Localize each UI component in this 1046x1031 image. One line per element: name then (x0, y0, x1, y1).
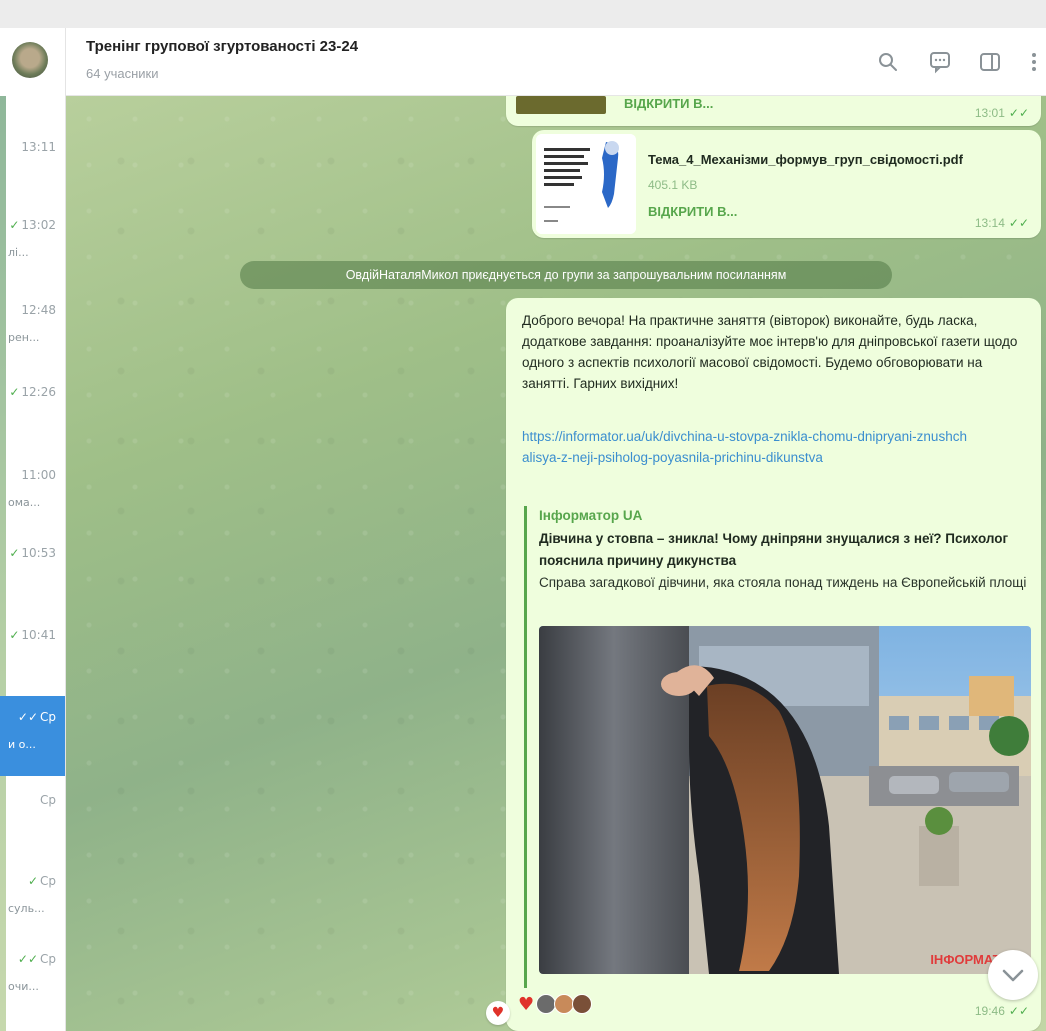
double-check-icon: ✓✓ (1008, 106, 1029, 120)
double-check-icon: ✓✓ (17, 710, 38, 724)
check-icon: ✓ (9, 546, 20, 560)
check-icon: ✓ (9, 628, 20, 642)
chat-list-time: ✓ Ср (27, 874, 56, 888)
sidebar-toggle-icon[interactable] (978, 50, 1002, 74)
chat-list-time: ✓ 10:41 (9, 628, 56, 642)
chat-list-time: Ср (40, 793, 56, 807)
message-text: Доброго вечора! На практичне заняття (ві… (522, 313, 1018, 391)
open-in-button[interactable]: ВІДКРИТИ В... (624, 96, 713, 111)
avatar[interactable] (12, 42, 48, 78)
file-name[interactable]: Тема_4_Механізми_формув_груп_свідомості.… (648, 152, 963, 167)
chat-list-preview: очи... (8, 980, 39, 993)
preview-image[interactable]: ІНФОРМАТОР (539, 626, 1031, 974)
message-area[interactable]: ВІДКРИТИ В... 13:01 ✓✓ Тема_4_Механізми_ф… (66, 96, 1046, 1031)
member-count: 64 учасники (86, 66, 159, 81)
heart-icon[interactable]: ♥ (486, 1001, 510, 1025)
file-message[interactable]: ВІДКРИТИ В... 13:01 ✓✓ (506, 96, 1041, 126)
heart-icon[interactable]: ♥ (518, 994, 534, 1015)
file-size: 405.1 KB (648, 178, 698, 192)
avatar (536, 994, 557, 1014)
chat-list-preview: и о... (8, 738, 36, 751)
chat-list-item[interactable]: Ср (0, 793, 65, 873)
chat-list-item[interactable]: ✓✓ Ср очи... (0, 952, 65, 1031)
chat-list-time: 11:00 (21, 468, 56, 482)
chat-list-time: ✓✓ Ср (17, 710, 56, 724)
check-icon: ✓ (9, 385, 20, 399)
chat-list-item[interactable]: 12:48 рен... (0, 303, 65, 383)
double-check-icon: ✓✓ (17, 952, 38, 966)
reactions[interactable]: ♥ (518, 991, 593, 1017)
chat-list-item[interactable]: ✓ 12:26 (0, 385, 65, 465)
chat-title[interactable]: Тренінг групової згуртованості 23-24 (86, 38, 358, 55)
preview-description: Справа загадкової дівчини, яка стояла по… (539, 575, 1029, 590)
more-icon[interactable] (1022, 50, 1046, 74)
text-message[interactable]: Доброго вечора! На практичне заняття (ві… (506, 298, 1041, 1031)
message-time: 13:01 ✓✓ (974, 106, 1029, 120)
chat-list-time: 12:48 (21, 303, 56, 317)
open-in-button[interactable]: ВІДКРИТИ В... (648, 204, 737, 219)
chat-list-item[interactable]: ✓ Ср суль... (0, 874, 65, 954)
message-time: 13:14 ✓✓ (974, 216, 1029, 230)
double-check-icon: ✓✓ (1008, 216, 1029, 230)
chat-list-item[interactable]: 11:00 ома... (0, 468, 65, 548)
avatar (554, 994, 575, 1014)
file-thumbnail[interactable] (516, 96, 606, 114)
service-message: ОвдійНаталяМикол приєднується до групи з… (240, 261, 892, 289)
window-top-strip (0, 0, 1046, 28)
chat-list-preview: рен... (8, 331, 40, 344)
search-icon[interactable] (876, 50, 900, 74)
file-thumbnail[interactable] (536, 134, 636, 234)
preview-site-name: Інформатор UA (539, 508, 643, 523)
chat-list-preview: ома... (8, 496, 41, 509)
chat-list-item[interactable]: ✓ 13:02 лі... (0, 218, 65, 298)
avatar (572, 994, 593, 1014)
scroll-down-button[interactable] (988, 950, 1038, 1000)
chat-list-time: ✓ 12:26 (9, 385, 56, 399)
chat-list-item-active[interactable]: ✓✓ Ср и о... (0, 696, 65, 776)
chat-list-panel: 13:11 ✓ 13:02 лі... 12:48 рен... ✓ 12:26 1… (0, 28, 66, 1031)
double-check-icon: ✓✓ (1008, 1004, 1029, 1018)
chat-list-preview: суль... (8, 902, 45, 915)
check-icon: ✓ (9, 218, 20, 232)
comments-icon[interactable] (928, 50, 952, 74)
chat-list-time: 13:11 (21, 140, 56, 154)
chat-list-time: ✓ 10:53 (9, 546, 56, 560)
message-time: 19:46 ✓✓ (974, 1004, 1029, 1018)
chat-list-time: ✓ 13:02 (9, 218, 56, 232)
chat-list-item[interactable]: ✓ 10:53 (0, 546, 65, 626)
chevron-down-icon (1002, 969, 1024, 982)
file-message[interactable]: Тема_4_Механізми_формув_груп_свідомості.… (532, 130, 1041, 238)
chat-header[interactable]: Тренінг групової згуртованості 23-24 64 … (66, 28, 1046, 96)
preview-title: Дівчина у стовпа – зникла! Чому дніпряни… (539, 531, 1009, 568)
message-link[interactable]: https://informator.ua/uk/divchina-u-stov… (522, 426, 972, 468)
chat-list-time: ✓✓ Ср (17, 952, 56, 966)
link-preview[interactable]: Інформатор UA Дівчина у стовпа – зникла!… (524, 506, 1032, 988)
chat-list-preview: лі... (8, 246, 29, 259)
check-icon: ✓ (27, 874, 38, 888)
chat-list-item[interactable]: 13:11 (0, 140, 65, 220)
